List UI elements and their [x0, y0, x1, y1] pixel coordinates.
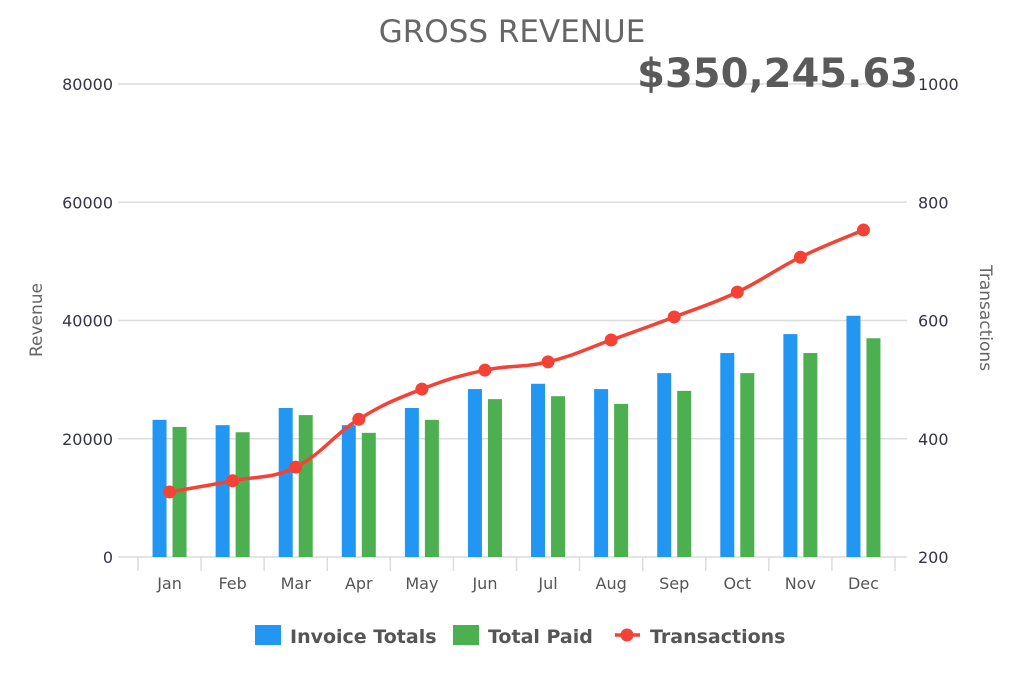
bar-invoice-totals [846, 315, 861, 557]
x-tick-label: Jan [156, 574, 182, 593]
bar-invoice-totals [215, 425, 230, 557]
legend: Invoice Totals Total Paid Transactions [255, 625, 785, 648]
transactions-point [163, 485, 177, 499]
bar-invoice-totals [783, 334, 798, 557]
transactions-point [289, 460, 303, 474]
x-tick-label: Sep [659, 574, 689, 593]
bar-invoice-totals [404, 408, 419, 557]
y2-tick-label: 400 [918, 430, 949, 449]
legend-label: Invoice Totals [290, 626, 437, 648]
bar-invoice-totals [594, 389, 609, 557]
bar-total-paid [235, 432, 250, 557]
bar-total-paid [866, 338, 881, 557]
x-tick-label: Oct [723, 574, 751, 593]
y-axis-left: 0 20000 40000 60000 80000 [62, 75, 113, 567]
bar-total-paid [298, 415, 313, 557]
legend-label: Total Paid [488, 626, 593, 648]
bar-invoice-totals [657, 373, 672, 557]
legend-swatch-total-paid [453, 625, 479, 645]
bar-total-paid [487, 399, 502, 557]
bar-invoice-totals [531, 383, 546, 557]
transactions-point [730, 285, 744, 299]
x-tick-label: Jul [537, 574, 557, 593]
x-axis: Jan Feb Mar Apr May Jun Jul Aug Sep Oct Nov Dec [137, 557, 896, 593]
y-tick-label: 40000 [62, 312, 113, 331]
y2-tick-label: 800 [918, 193, 949, 212]
bar-total-paid [424, 419, 439, 557]
chart-title: GROSS REVENUE [379, 14, 646, 50]
y-axis-title: Revenue [27, 283, 47, 357]
transactions-point [226, 474, 240, 488]
y2-tick-label: 1000 [918, 75, 959, 94]
bar-invoice-totals [341, 425, 356, 557]
transactions-point [415, 382, 429, 396]
legend-swatch-invoice-totals [255, 625, 281, 645]
bar-invoice-totals [467, 389, 482, 557]
transactions-line-path [169, 228, 865, 494]
bars [152, 315, 881, 557]
legend-label: Transactions [650, 626, 785, 648]
transactions-point [352, 412, 366, 426]
x-tick-label: May [405, 574, 438, 593]
transactions-point [856, 223, 870, 237]
gross-total: $350,245.63 [637, 51, 918, 97]
legend-marker-transactions [620, 628, 634, 642]
x-tick-label: Mar [281, 574, 312, 593]
y-tick-label: 80000 [62, 75, 113, 94]
transactions-line [163, 223, 870, 499]
bar-invoice-totals [278, 408, 293, 557]
bar-total-paid [803, 353, 818, 557]
x-tick-label: Aug [596, 574, 627, 593]
y-axis-right: 200 400 600 800 1000 [918, 75, 959, 567]
y-tick-label: 20000 [62, 430, 113, 449]
transactions-point [604, 333, 618, 347]
y2-tick-label: 600 [918, 312, 949, 331]
x-tick-label: Feb [218, 574, 246, 593]
bar-total-paid [551, 396, 566, 557]
chart: GROSS REVENUE 0 20000 40000 60000 80000 200 4… [27, 14, 995, 648]
bar-total-paid [677, 390, 692, 557]
y2-axis-title: Transactions [975, 264, 995, 371]
transactions-point [478, 363, 492, 377]
x-tick-label: Dec [848, 574, 879, 593]
bar-total-paid [614, 403, 629, 557]
y2-tick-label: 200 [918, 548, 949, 567]
y-tick-label: 0 [103, 548, 113, 567]
bar-total-paid [361, 432, 376, 557]
x-tick-label: Nov [785, 574, 816, 593]
y-tick-label: 60000 [62, 193, 113, 212]
transactions-point [667, 310, 681, 324]
bar-total-paid [740, 373, 755, 557]
transactions-point [541, 355, 555, 369]
x-tick-label: Jun [471, 574, 497, 593]
x-tick-label: Apr [345, 574, 373, 593]
bar-invoice-totals [720, 353, 735, 557]
transactions-point [793, 250, 807, 264]
